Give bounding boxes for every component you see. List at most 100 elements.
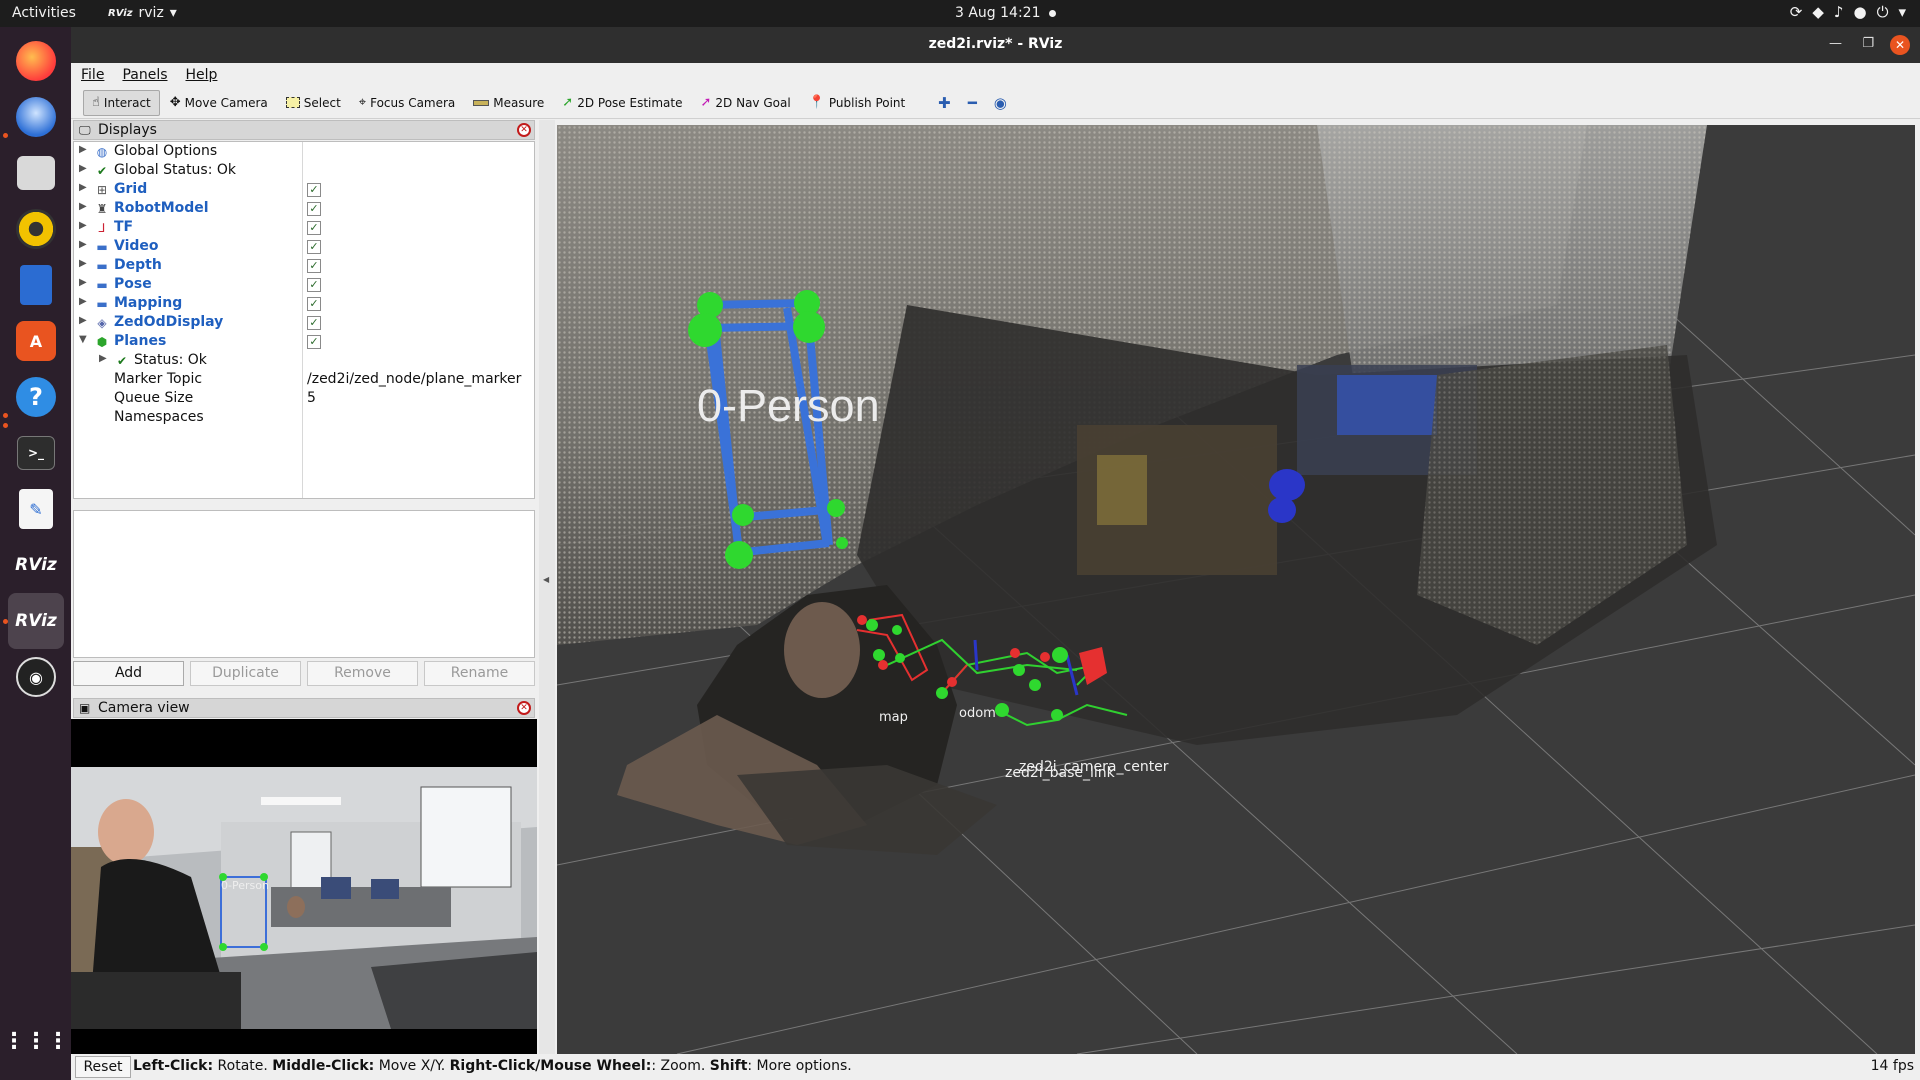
dock-text-editor[interactable]: ✎: [8, 481, 64, 537]
tree-row-pose[interactable]: ▶ ▬ Pose ✓: [74, 276, 534, 295]
camera-view-panel-title[interactable]: ▣ Camera view ✕: [73, 698, 535, 718]
dock-writer[interactable]: [8, 257, 64, 313]
menu-help[interactable]: Help: [176, 63, 226, 87]
volume-icon[interactable]: ♪: [1834, 3, 1844, 21]
display-enabled-checkbox[interactable]: ✓: [307, 202, 321, 216]
dock-rviz-active[interactable]: RViz: [8, 593, 64, 649]
tree-row-global-status[interactable]: ▶ ✔ Global Status: Ok: [74, 162, 534, 181]
dock-firefox[interactable]: [8, 33, 64, 89]
tree-row-marker-topic[interactable]: Marker Topic /zed2i/zed_node/plane_marke…: [74, 371, 534, 390]
menu-panels[interactable]: Panels: [112, 63, 175, 87]
app-menu-label: rviz: [138, 5, 164, 21]
tree-row-tf[interactable]: ▶ ⅃ TF ✓: [74, 219, 534, 238]
expand-arrow-icon[interactable]: ▶: [79, 201, 87, 212]
menu-file[interactable]: File: [71, 63, 112, 87]
dock-terminal[interactable]: >_: [8, 425, 64, 481]
checkmark-icon: ✔: [116, 354, 128, 368]
app-menu[interactable]: RViz rviz ▾: [108, 5, 177, 21]
expand-arrow-icon[interactable]: ▶: [79, 315, 87, 326]
expand-arrow-icon[interactable]: ▶: [99, 353, 107, 364]
displays-tree[interactable]: ▶ ◍ Global Options ▶ ✔ Global Status: Ok…: [73, 141, 535, 499]
dock-thunderbird[interactable]: [8, 89, 64, 145]
microphone-icon[interactable]: ●: [1854, 3, 1867, 21]
remove-tool-button[interactable]: ━: [959, 90, 985, 116]
close-icon[interactable]: ✕: [517, 123, 531, 137]
marker-topic-value[interactable]: /zed2i/zed_node/plane_marker: [307, 371, 521, 387]
tree-row-queue-size[interactable]: Queue Size 5: [74, 390, 534, 409]
panel-splitter[interactable]: ◀: [539, 120, 555, 1054]
dock-software[interactable]: A: [8, 313, 64, 369]
displays-panel-title[interactable]: 🖵 Displays ✕: [73, 120, 535, 140]
minimize-icon[interactable]: —: [1829, 36, 1842, 51]
tree-row-namespaces[interactable]: Namespaces: [74, 409, 534, 428]
tree-row-video[interactable]: ▶ ▬ Video ✓: [74, 238, 534, 257]
duplicate-button[interactable]: Duplicate: [190, 661, 301, 686]
collapse-arrow-icon[interactable]: ▼: [79, 334, 87, 345]
display-enabled-checkbox[interactable]: ✓: [307, 259, 321, 273]
system-tray[interactable]: ⟳ ◆ ♪ ● ⏻ ▾: [1790, 3, 1906, 21]
expand-arrow-icon[interactable]: ▶: [79, 239, 87, 250]
clock[interactable]: 3 Aug 14:21: [955, 5, 1041, 21]
dock-rviz[interactable]: RViz: [8, 537, 64, 593]
dock-rhythmbox[interactable]: [8, 201, 64, 257]
rename-button[interactable]: Rename: [424, 661, 535, 686]
expand-arrow-icon[interactable]: ▶: [79, 163, 87, 174]
display-enabled-checkbox[interactable]: ✓: [307, 297, 321, 311]
focus-camera-tool-button[interactable]: ⌖ Focus Camera: [351, 90, 464, 116]
interact-tool-button[interactable]: ☝ Interact: [83, 89, 160, 116]
select-tool-button[interactable]: Select: [278, 90, 349, 116]
add-tool-button[interactable]: ✚: [931, 90, 957, 116]
expand-arrow-icon[interactable]: ▶: [79, 182, 87, 193]
dock-files[interactable]: [8, 145, 64, 201]
measure-tool-button[interactable]: Measure: [465, 90, 552, 116]
close-icon[interactable]: ✕: [517, 701, 531, 715]
expand-arrow-icon[interactable]: ▶: [79, 296, 87, 307]
activities-button[interactable]: Activities: [12, 5, 76, 21]
move-camera-label: Move Camera: [184, 95, 268, 110]
interact-tool-label: Interact: [103, 95, 151, 110]
close-icon[interactable]: ✕: [1890, 35, 1910, 55]
nav-goal-label: 2D Nav Goal: [715, 95, 791, 110]
expand-arrow-icon[interactable]: ▶: [79, 144, 87, 155]
tree-row-planes-status[interactable]: ▶ ✔ Status: Ok: [74, 352, 534, 371]
remove-button[interactable]: Remove: [307, 661, 418, 686]
window-titlebar[interactable]: zed2i.rviz* - RViz — ❐ ✕: [71, 27, 1920, 63]
3d-render-view[interactable]: 0-Person map odom zed2i_camera_center ze…: [557, 125, 1915, 1054]
tree-row-zedoddisplay[interactable]: ▶ ◈ ZedOdDisplay ✓: [74, 314, 534, 333]
display-enabled-checkbox[interactable]: ✓: [307, 221, 321, 235]
updates-icon[interactable]: ⟳: [1790, 3, 1803, 21]
display-enabled-checkbox[interactable]: ✓: [307, 240, 321, 254]
pose-estimate-tool-button[interactable]: ➚ 2D Pose Estimate: [554, 90, 690, 116]
tree-row-robotmodel[interactable]: ▶ ♜ RobotModel ✓: [74, 200, 534, 219]
publish-point-tool-button[interactable]: 📍 Publish Point: [801, 90, 914, 116]
wifi-icon[interactable]: ◆: [1812, 3, 1824, 21]
display-enabled-checkbox[interactable]: ✓: [307, 316, 321, 330]
dock-help[interactable]: ?: [8, 369, 64, 425]
reset-button[interactable]: Reset: [75, 1056, 131, 1078]
chevron-down-icon[interactable]: ▾: [1898, 3, 1906, 21]
nav-goal-tool-button[interactable]: ➚ 2D Nav Goal: [693, 90, 799, 116]
queue-size-value[interactable]: 5: [307, 390, 316, 406]
expand-arrow-icon[interactable]: ▶: [79, 277, 87, 288]
expand-arrow-icon[interactable]: ▶: [79, 258, 87, 269]
obs-icon: ◉: [16, 657, 56, 697]
display-enabled-checkbox[interactable]: ✓: [307, 335, 321, 349]
gnome-top-bar: Activities RViz rviz ▾ 3 Aug 14:21 ⟳ ◆ ♪…: [0, 0, 1920, 27]
tree-row-planes[interactable]: ▼ ⬢ Planes ✓: [74, 333, 534, 352]
show-applications-button[interactable]: ⋮⋮⋮: [3, 1013, 69, 1069]
expand-arrow-icon[interactable]: ▶: [79, 220, 87, 231]
tool-properties-button[interactable]: ◉: [987, 90, 1013, 116]
move-camera-tool-button[interactable]: ✥ Move Camera: [162, 90, 276, 116]
tree-row-depth[interactable]: ▶ ▬ Depth ✓: [74, 257, 534, 276]
maximize-icon[interactable]: ❐: [1862, 36, 1874, 51]
display-enabled-checkbox[interactable]: ✓: [307, 183, 321, 197]
tree-row-grid[interactable]: ▶ ⊞ Grid ✓: [74, 181, 534, 200]
dock-obs[interactable]: ◉: [8, 649, 64, 705]
tree-row-mapping[interactable]: ▶ ▬ Mapping ✓: [74, 295, 534, 314]
tree-row-global-options[interactable]: ▶ ◍ Global Options: [74, 143, 534, 162]
tf-label-odom: odom: [959, 706, 996, 721]
diamond-icon: ◈: [97, 316, 107, 330]
display-enabled-checkbox[interactable]: ✓: [307, 278, 321, 292]
add-button[interactable]: Add: [73, 661, 184, 686]
power-icon[interactable]: ⏻: [1877, 3, 1889, 21]
